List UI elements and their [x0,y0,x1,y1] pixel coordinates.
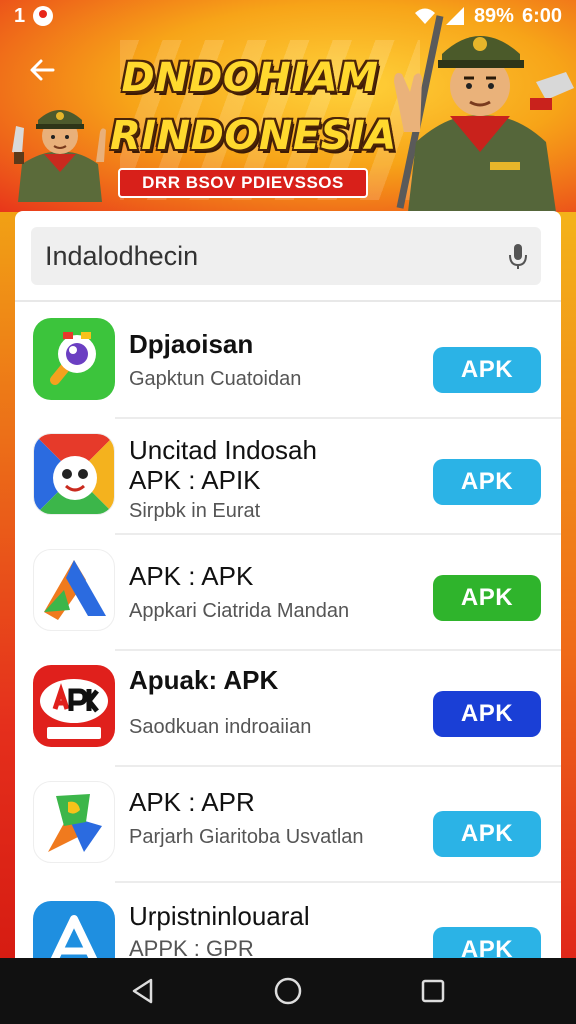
map-app-icon [33,781,115,863]
circle-home-icon [274,977,302,1005]
search-bar[interactable]: Indalodhecin [31,227,541,285]
app-name-line2: APK : APIK [129,465,261,495]
apk-download-button[interactable]: APK [433,459,541,505]
navigation-bar [0,958,576,1024]
nav-back-button[interactable] [123,971,163,1011]
mascot-app-icon [33,433,115,515]
status-bar: 1 89% 6:00 [0,0,576,32]
apk-logo-app-icon [33,665,115,747]
notification-count: 1 [14,4,26,27]
divider [15,300,561,302]
apk-download-button[interactable]: APK [433,811,541,857]
app-list-item[interactable]: Dpjaoisan Gapktun Cuatoidan APK [15,303,561,419]
signal-icon [445,7,464,25]
apk-download-button[interactable]: APK [433,347,541,393]
app-name: Apuak: APK [129,665,279,695]
app-subtitle: Appkari Ciatrida Mandan [129,600,350,622]
triangle-app-icon [33,549,115,631]
nav-home-button[interactable] [268,971,308,1011]
app-name: APK : APK [129,561,254,591]
soldier-right-illustration [394,15,574,212]
app-subtitle: Gapktun Cuatoidan [129,368,302,390]
app-subtitle: Sirpbk in Eurat [129,500,261,522]
app-name: Dpjaoisan [129,329,254,359]
search-input[interactable]: Indalodhecin [45,241,198,272]
apk-download-button[interactable]: APK [433,691,541,737]
notification-app-icon [33,6,54,26]
apk-download-button[interactable]: APK [433,575,541,621]
camera-app-icon [33,318,115,400]
app-subtitle: Parjarh Giaritoba Usvatlan [129,826,364,848]
app-list-item[interactable]: Apuak: APK Saodkuan indroaiian APK [15,651,561,767]
banner-title-line2: RINDONESIA [110,113,397,159]
banner-title-line1: DNDOHIAM [121,55,379,101]
app-name: Urpistninlouaral [129,901,310,931]
app-list-card: Indalodhecin Dpjaoisan Gapktun Cuatoidan… [15,211,561,971]
triangle-back-icon [132,978,152,1004]
app-name: APK : APR [129,787,255,817]
app-list-item[interactable]: APK : APK Appkari Ciatrida Mandan APK [15,535,561,651]
soldier-left-illustration [12,110,106,202]
banner-subtitle: DRR BSOV PDIEVSSOS [118,168,368,198]
app-subtitle: Saodkuan indroaiian [129,716,312,738]
nav-recents-button[interactable] [413,971,453,1011]
wifi-icon [414,8,435,24]
app-name: Uncitad Indosah [129,435,317,465]
microphone-icon[interactable] [507,241,529,271]
square-recents-icon [422,979,445,1003]
back-arrow-icon [30,59,55,81]
back-button[interactable] [22,50,62,90]
battery-level: 89% [473,4,514,27]
app-list-item[interactable]: APK : APR Parjarh Giaritoba Usvatlan APK [15,767,561,883]
app-list-item[interactable]: Uncitad Indosah APK : APIK Sirpbk in Eur… [15,419,561,535]
clock: 6:00 [521,4,562,27]
